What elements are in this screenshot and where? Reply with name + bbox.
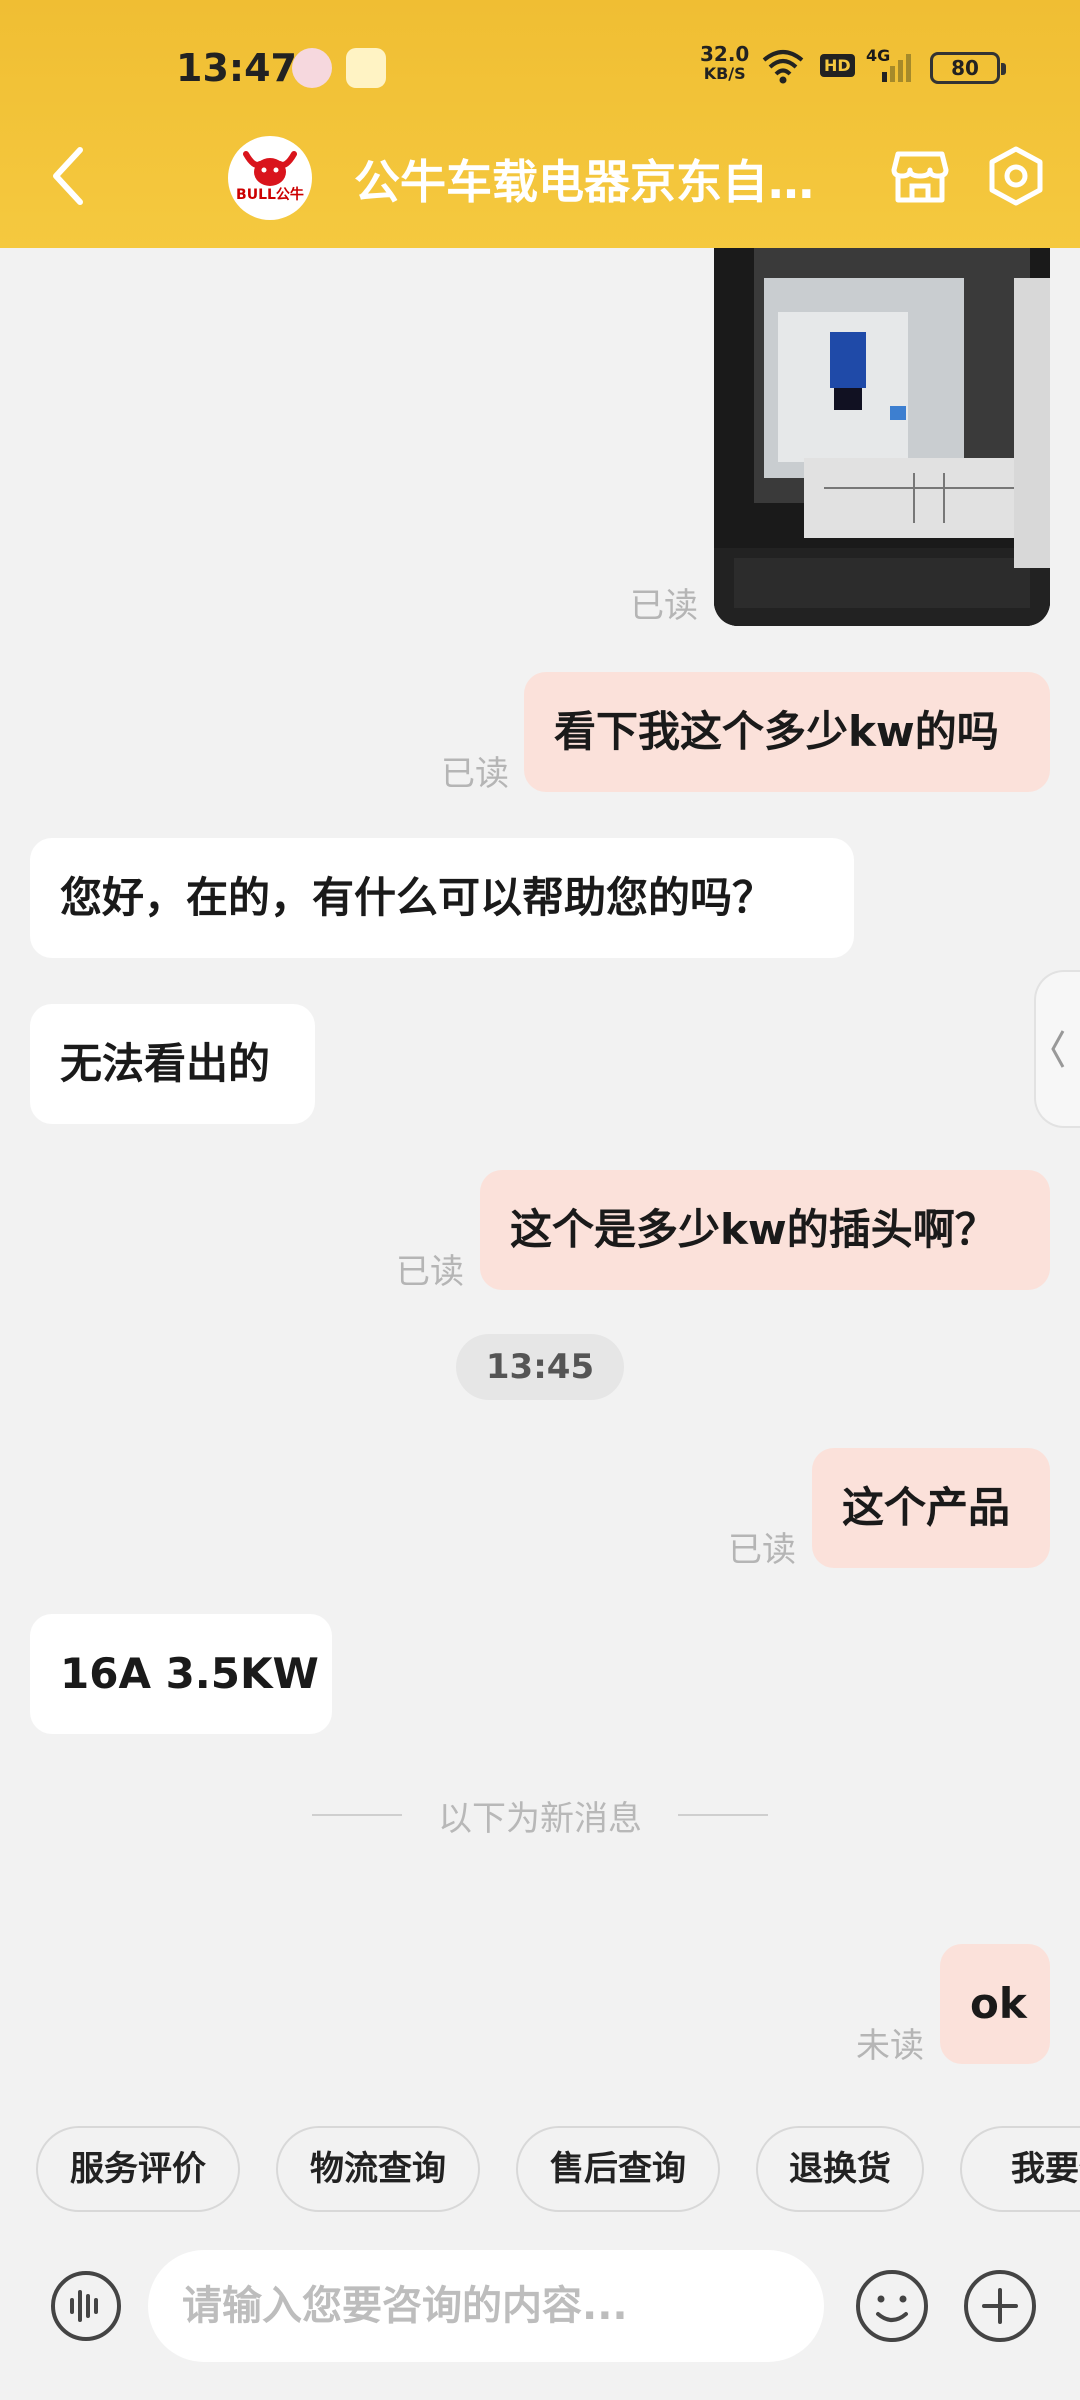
quick-reply-chip[interactable]: 退换货 [756, 2126, 924, 2212]
message-outgoing[interactable]: 看下我这个多少kw的吗 [524, 672, 1050, 792]
timestamp: 13:45 [456, 1334, 624, 1400]
wifi-icon [762, 50, 804, 84]
emoji-icon [856, 2270, 928, 2342]
message-outgoing[interactable]: ok [940, 1944, 1050, 2064]
message-input[interactable] [148, 2250, 824, 2362]
signal-icon [882, 54, 911, 82]
logo-text: BULL公牛 [236, 187, 304, 203]
chevron-left-icon [1051, 1030, 1065, 1068]
chevron-left-icon [53, 147, 83, 205]
breaker-photo [714, 248, 1050, 626]
input-bar [0, 2240, 1080, 2400]
divider-line [312, 1814, 402, 1816]
read-status: 已读 [728, 1530, 796, 1570]
chat-title: 公牛车载电器京东自… [354, 155, 814, 209]
quick-reply-chip[interactable]: 我要催 [960, 2126, 1080, 2212]
hd-icon: HD [820, 54, 855, 77]
shop-avatar[interactable]: BULL公牛 [228, 136, 312, 220]
back-button[interactable] [40, 140, 96, 212]
message-incoming[interactable]: 无法看出的 [30, 1004, 315, 1124]
voice-button[interactable] [50, 2270, 122, 2342]
store-button[interactable] [888, 144, 952, 208]
quick-reply-chip[interactable]: 物流查询 [276, 2126, 480, 2212]
quick-reply-bar: 服务评价 物流查询 售后查询 退换货 我要催 [0, 2118, 1080, 2218]
chat-area[interactable]: 已读 已读 看下我这个多少kw的吗 您好，在的，有什么可以帮助您的吗？ 无法看出… [0, 248, 1080, 2098]
status-bar: 13:47 32.0 KB/S HD 4G 80 [0, 0, 1080, 130]
status-time: 13:47 [176, 46, 297, 90]
read-status: 已读 [396, 1252, 464, 1292]
divider-line [678, 1814, 768, 1816]
message-incoming[interactable]: 16A 3.5KW [30, 1614, 332, 1734]
header: 13:47 32.0 KB/S HD 4G 80 BULL公牛 公牛车载电器京东… [0, 0, 1080, 248]
network-speed: 32.0 KB/S [700, 42, 750, 83]
settings-button[interactable] [984, 144, 1048, 208]
sent-image[interactable] [714, 248, 1050, 626]
store-icon [891, 151, 949, 203]
voice-icon [51, 2271, 121, 2341]
more-button[interactable] [962, 2268, 1038, 2344]
divider-label: 以下为新消息 [438, 1798, 642, 1839]
settings-icon [989, 146, 1043, 206]
battery-indicator: 80 [930, 52, 1006, 84]
plus-icon [964, 2270, 1036, 2342]
message-incoming[interactable]: 您好，在的，有什么可以帮助您的吗？ [30, 838, 854, 958]
message-outgoing[interactable]: 这个是多少kw的插头啊？ [480, 1170, 1050, 1290]
notification-app-icon [292, 48, 332, 88]
quick-reply-chip[interactable]: 服务评价 [36, 2126, 240, 2212]
message-outgoing[interactable]: 这个产品 [812, 1448, 1050, 1568]
side-panel-handle[interactable] [1034, 970, 1080, 1128]
read-status: 已读 [441, 754, 509, 794]
emoji-button[interactable] [854, 2268, 930, 2344]
new-messages-divider: 以下为新消息 [312, 1790, 768, 1840]
notification-app-icon [346, 48, 386, 88]
quick-reply-chip[interactable]: 售后查询 [516, 2126, 720, 2212]
read-status: 已读 [630, 586, 698, 626]
unread-status: 未读 [856, 2026, 924, 2066]
